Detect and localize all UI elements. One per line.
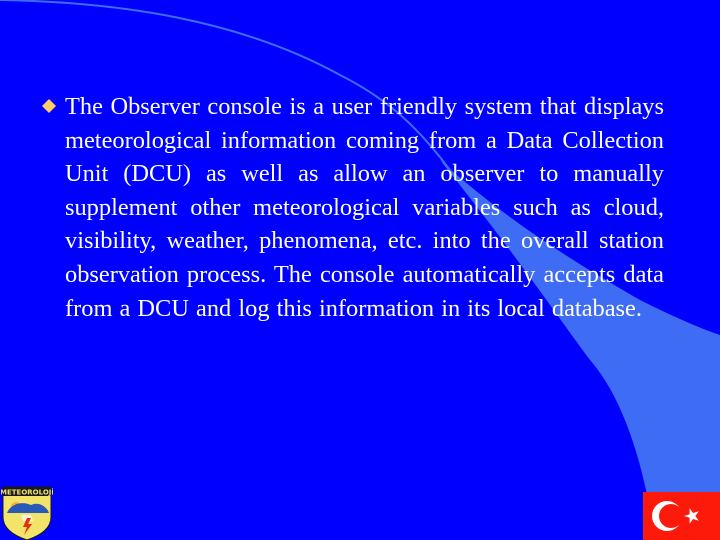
- meteorology-emblem-icon: METEOROLOJİ: [1, 486, 53, 540]
- bullet-text: The Observer console is a user friendly …: [65, 93, 664, 322]
- turkish-flag: [643, 492, 720, 540]
- turkish-flag-icon: [652, 501, 699, 531]
- slide: The Observer console is a user friendly …: [0, 0, 720, 540]
- bullet-item: The Observer console is a user friendly …: [42, 90, 664, 325]
- diamond-bullet-icon: [42, 99, 56, 113]
- logo-label: METEOROLOJİ: [1, 488, 53, 497]
